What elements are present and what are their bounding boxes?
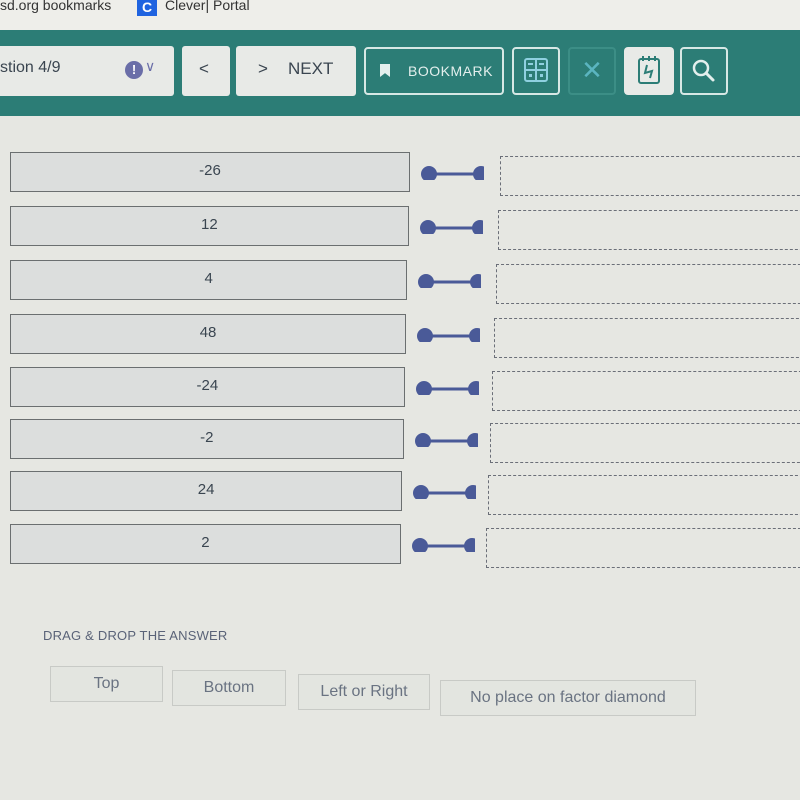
answer-chip-left-or-right[interactable]: Left or Right bbox=[298, 674, 430, 710]
bookmark-button[interactable]: BOOKMARK bbox=[364, 47, 504, 95]
drop-target[interactable] bbox=[488, 475, 800, 515]
drop-target[interactable] bbox=[500, 156, 800, 196]
match-row: -2 bbox=[0, 419, 800, 465]
connector-icon bbox=[419, 220, 483, 234]
next-label: NEXT bbox=[288, 59, 334, 78]
drop-target[interactable] bbox=[492, 371, 800, 411]
bookmark-label: BOOKMARK bbox=[408, 63, 493, 79]
match-row: 2 bbox=[0, 524, 800, 570]
previous-button[interactable]: < bbox=[182, 46, 230, 96]
drag-drop-title: DRAG & DROP THE ANSWER bbox=[43, 628, 228, 643]
question-content: -26 12 4 48 -24 -2 24 2 DRAG & DROP THE ANSWER … bbox=[0, 116, 800, 800]
notepad-button[interactable] bbox=[624, 47, 674, 95]
test-toolbar: stion 4/9 ! ∨ < > NEXT BOOKMARK ✕ bbox=[0, 30, 800, 116]
drop-target[interactable] bbox=[486, 528, 800, 568]
chevron-left-icon: < bbox=[199, 59, 209, 78]
bookmarks-bar: sd.org bookmarks C Clever| Portal bbox=[0, 0, 800, 30]
answer-chip-top[interactable]: Top bbox=[50, 666, 163, 702]
value-box: -2 bbox=[10, 419, 404, 459]
value-box: 24 bbox=[10, 471, 403, 511]
connector-icon bbox=[411, 538, 475, 552]
match-row: 48 bbox=[0, 314, 800, 360]
value-box: -26 bbox=[10, 152, 410, 192]
value-box: -24 bbox=[10, 367, 405, 407]
match-row: 4 bbox=[0, 260, 800, 306]
alert-icon: ! bbox=[125, 61, 143, 79]
answer-chip-no-place[interactable]: No place on factor diamond bbox=[440, 680, 696, 716]
match-row: 12 bbox=[0, 206, 800, 252]
bookmark-clever-portal[interactable]: Clever| Portal bbox=[165, 0, 250, 13]
question-selector[interactable]: stion 4/9 ! ∨ bbox=[0, 46, 174, 96]
value-box: 12 bbox=[10, 206, 409, 246]
drop-target[interactable] bbox=[498, 210, 800, 250]
next-button[interactable]: > NEXT bbox=[236, 46, 356, 96]
notepad-icon bbox=[638, 56, 660, 84]
match-row: 24 bbox=[0, 471, 800, 517]
connector-icon bbox=[417, 328, 481, 342]
match-row: -26 bbox=[0, 152, 800, 198]
connector-icon bbox=[415, 381, 479, 395]
connector-icon bbox=[418, 274, 482, 288]
bookmark-icon bbox=[380, 64, 390, 77]
connector-icon bbox=[414, 433, 478, 447]
match-row: -24 bbox=[0, 367, 800, 413]
close-button[interactable]: ✕ bbox=[568, 47, 616, 95]
value-box: 48 bbox=[10, 314, 407, 354]
connector-icon bbox=[413, 485, 477, 499]
overview-grid-button[interactable] bbox=[512, 47, 560, 95]
clever-icon: C bbox=[137, 0, 157, 16]
search-button[interactable] bbox=[680, 47, 728, 95]
value-box: 4 bbox=[10, 260, 408, 300]
connector-icon bbox=[421, 166, 484, 180]
value-box: 2 bbox=[10, 524, 401, 564]
drop-target[interactable] bbox=[494, 318, 800, 358]
search-icon bbox=[692, 59, 715, 82]
question-counter: stion 4/9 bbox=[0, 59, 61, 76]
drop-target[interactable] bbox=[496, 264, 800, 304]
chevron-right-icon: > bbox=[258, 59, 268, 78]
chevron-down-icon: ∨ bbox=[145, 58, 156, 74]
drop-target[interactable] bbox=[490, 423, 800, 463]
grid-icon bbox=[524, 58, 548, 82]
close-icon: ✕ bbox=[581, 55, 603, 85]
bookmark-sd-org[interactable]: sd.org bookmarks bbox=[0, 0, 111, 13]
answer-chip-bottom[interactable]: Bottom bbox=[172, 670, 286, 706]
